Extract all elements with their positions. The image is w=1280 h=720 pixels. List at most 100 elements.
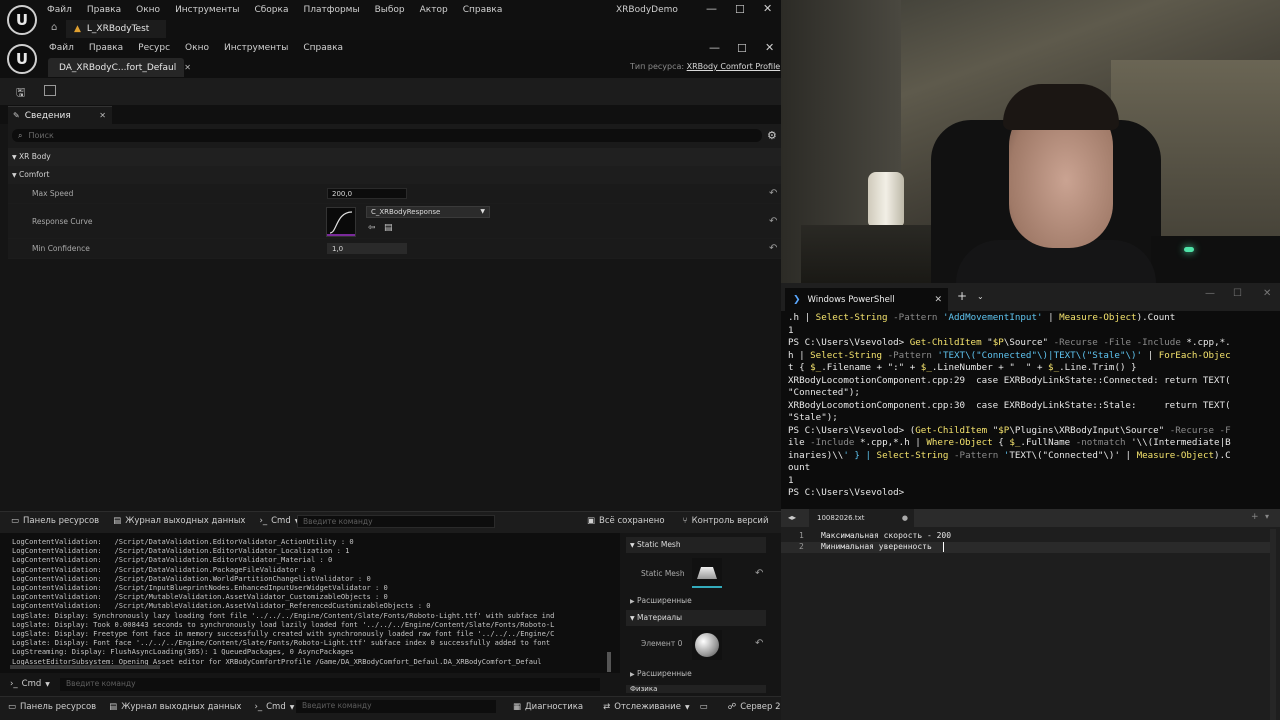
curve-thumbnail[interactable]	[326, 207, 356, 237]
status-cmd[interactable]: ›_ Cmd ▼	[254, 702, 294, 712]
log-scrollbar[interactable]	[607, 652, 611, 672]
log-hscrollbar[interactable]	[10, 665, 160, 669]
cmd-input[interactable]: Введите команду	[297, 515, 495, 528]
tracking-button[interactable]: ⇄ Отслеживание ▼ ▭	[603, 702, 707, 712]
status-cmd-label: Cmd	[266, 702, 286, 712]
reset-icon[interactable]: ↶	[769, 243, 777, 254]
kettle	[868, 172, 904, 226]
np-scrollbar[interactable]	[1270, 529, 1276, 720]
main-menu-item[interactable]: Выбор	[375, 5, 405, 15]
ps-minimize-icon[interactable]: —	[1205, 288, 1215, 299]
advanced-row-1[interactable]: ▶ Расширенные	[630, 596, 692, 605]
powershell-icon: ❯	[793, 294, 801, 305]
np-line-1[interactable]: Максимальная скорость - 200	[821, 531, 951, 540]
content-drawer-tab[interactable]: ▭ Панель ресурсов	[11, 516, 99, 526]
main-menu-item[interactable]: Инструменты	[175, 5, 239, 15]
browse-asset-icon[interactable]: ▤	[384, 223, 393, 233]
output-log-label: Журнал выходных данных	[125, 516, 246, 526]
asset-tab-close-icon[interactable]: ✕	[184, 63, 191, 72]
main-menu-item[interactable]: Сборка	[254, 5, 288, 15]
new-tab-icon[interactable]: +	[957, 289, 967, 303]
max-speed-field[interactable]: 200,0	[327, 188, 407, 199]
reset-icon[interactable]: ↶	[769, 216, 777, 227]
materials-header-label: Материалы	[637, 613, 683, 622]
ps-close-icon[interactable]: ✕	[1263, 288, 1271, 299]
asset-minimize-icon[interactable]: —	[709, 41, 720, 54]
settings-gear-icon[interactable]: ⚙	[767, 129, 777, 142]
log-line: LogSlate: Display: Took 0.008443 seconds…	[12, 619, 555, 629]
minimize-icon[interactable]: —	[706, 2, 717, 15]
np-tab[interactable]: 10082026.txt ●	[809, 509, 914, 527]
diagnostics-button[interactable]: ▦ Диагностика	[513, 702, 583, 712]
np-tab-dirty-dot-icon[interactable]: ●	[902, 514, 908, 522]
asset-unreal-logo-icon[interactable]: U	[7, 44, 37, 74]
use-selected-icon[interactable]: ⇦	[368, 223, 376, 233]
response-curve-dropdown[interactable]: C_XRBodyResponse ▼	[366, 206, 490, 218]
advanced-row-2[interactable]: ▶ Расширенные	[630, 669, 692, 678]
min-confidence-field[interactable]: 1,0	[327, 243, 407, 254]
static-mesh-thumbnail[interactable]	[692, 558, 722, 588]
asset-menu-item[interactable]: Справка	[303, 43, 343, 53]
asset-menu-item[interactable]: Инструменты	[224, 43, 288, 53]
maximize-icon[interactable]: ☐	[735, 3, 745, 16]
details-tab[interactable]: ✎ Сведения ✕	[8, 106, 112, 124]
status-cmd-input[interactable]: Введите команду	[296, 700, 496, 713]
np-line-2[interactable]: Минимальная уверенность	[821, 542, 937, 551]
asset-menu-item[interactable]: Правка	[89, 43, 123, 53]
asset-maximize-icon[interactable]: ☐	[737, 42, 747, 55]
drawer-tabs: ▭ Панель ресурсов ▤ Журнал выходных данных…	[11, 516, 299, 526]
ps-maximize-icon[interactable]: ☐	[1233, 288, 1242, 299]
asset-close-icon[interactable]: ✕	[765, 41, 774, 54]
materials-header[interactable]: ▼ Материалы	[626, 610, 766, 626]
np-tab-label: 10082026.txt	[817, 514, 865, 522]
ps-line: 1	[788, 324, 794, 336]
reset-icon[interactable]: ↶	[769, 188, 777, 199]
asset-menu-item[interactable]: Окно	[185, 43, 209, 53]
level-tab[interactable]: ▲ L_XRBodyTest	[66, 20, 166, 38]
category-comfort[interactable]: ▼ Comfort	[8, 166, 781, 184]
np-nav-arrows-icon[interactable]: ◂▸	[788, 513, 796, 522]
chevron-down-icon: ▼	[480, 208, 485, 215]
status-output-log[interactable]: ▤ Журнал выходных данных	[109, 702, 241, 712]
unreal-logo-icon[interactable]: U	[7, 5, 37, 35]
ps-tab[interactable]: ❯ Windows PowerShell ✕	[785, 288, 948, 311]
save-icon[interactable]: 🖫	[16, 84, 25, 103]
asset-tab[interactable]: DA_XRBodyC...fort_Defaul ✕	[48, 58, 191, 77]
physics-header[interactable]: Физика	[626, 685, 766, 693]
asset-menu-item[interactable]: Ресурс	[138, 43, 170, 53]
main-menu-item[interactable]: Файл	[47, 5, 72, 15]
main-menu-item[interactable]: Актор	[420, 5, 448, 15]
close-icon[interactable]: ✕	[763, 2, 772, 15]
main-menu-item[interactable]: Справка	[463, 5, 503, 15]
inner-cmd-selector[interactable]: ›_ Cmd ▼	[10, 679, 50, 689]
details-tab-close-icon[interactable]: ✕	[99, 111, 106, 120]
asset-menu-item[interactable]: Файл	[49, 43, 74, 53]
asset-type-link[interactable]: XRBody Comfort Profile	[687, 62, 781, 71]
revision-control[interactable]: ⑂ Контроль версий	[683, 516, 769, 526]
material-thumbnail[interactable]	[692, 630, 722, 660]
asset-toolbar	[0, 78, 781, 105]
ps-tab-close-icon[interactable]: ✕	[934, 295, 942, 305]
inner-cmd-input[interactable]: Введите команду	[60, 678, 600, 691]
reset-icon[interactable]: ↶	[755, 568, 763, 579]
main-menu-item[interactable]: Правка	[87, 5, 121, 15]
output-log-tab[interactable]: ▤ Журнал выходных данных	[113, 516, 245, 526]
home-icon[interactable]: ⌂	[51, 22, 57, 33]
server-button[interactable]: ☍ Сервер 2	[728, 702, 781, 712]
main-menu-item[interactable]: Окно	[136, 5, 160, 15]
unreal-editor-window: U Файл Правка Окно Инструменты Сборка Платфор…	[0, 0, 781, 720]
tab-dropdown-icon[interactable]: ⌄	[977, 292, 984, 301]
saved-status[interactable]: ▣ Всё сохранено	[587, 516, 665, 526]
np-new-tab-icon[interactable]: +	[1251, 512, 1259, 522]
np-tab-list-icon[interactable]: ▾	[1265, 512, 1269, 521]
reset-icon[interactable]: ↶	[755, 638, 763, 649]
cmd-selector[interactable]: ›_Cmd▼	[259, 516, 299, 526]
search-placeholder: Поиск	[28, 131, 54, 140]
main-menu-item[interactable]: Платформы	[303, 5, 359, 15]
static-mesh-header[interactable]: ▼ Static Mesh	[626, 537, 766, 553]
level-icon: ▲	[74, 24, 81, 34]
category-xrbody[interactable]: ▼ XR Body	[8, 148, 781, 166]
details-search-input[interactable]: ⌕ Поиск	[12, 129, 762, 142]
browse-icon[interactable]	[44, 85, 56, 96]
status-content-drawer[interactable]: ▭ Панель ресурсов	[8, 702, 96, 712]
